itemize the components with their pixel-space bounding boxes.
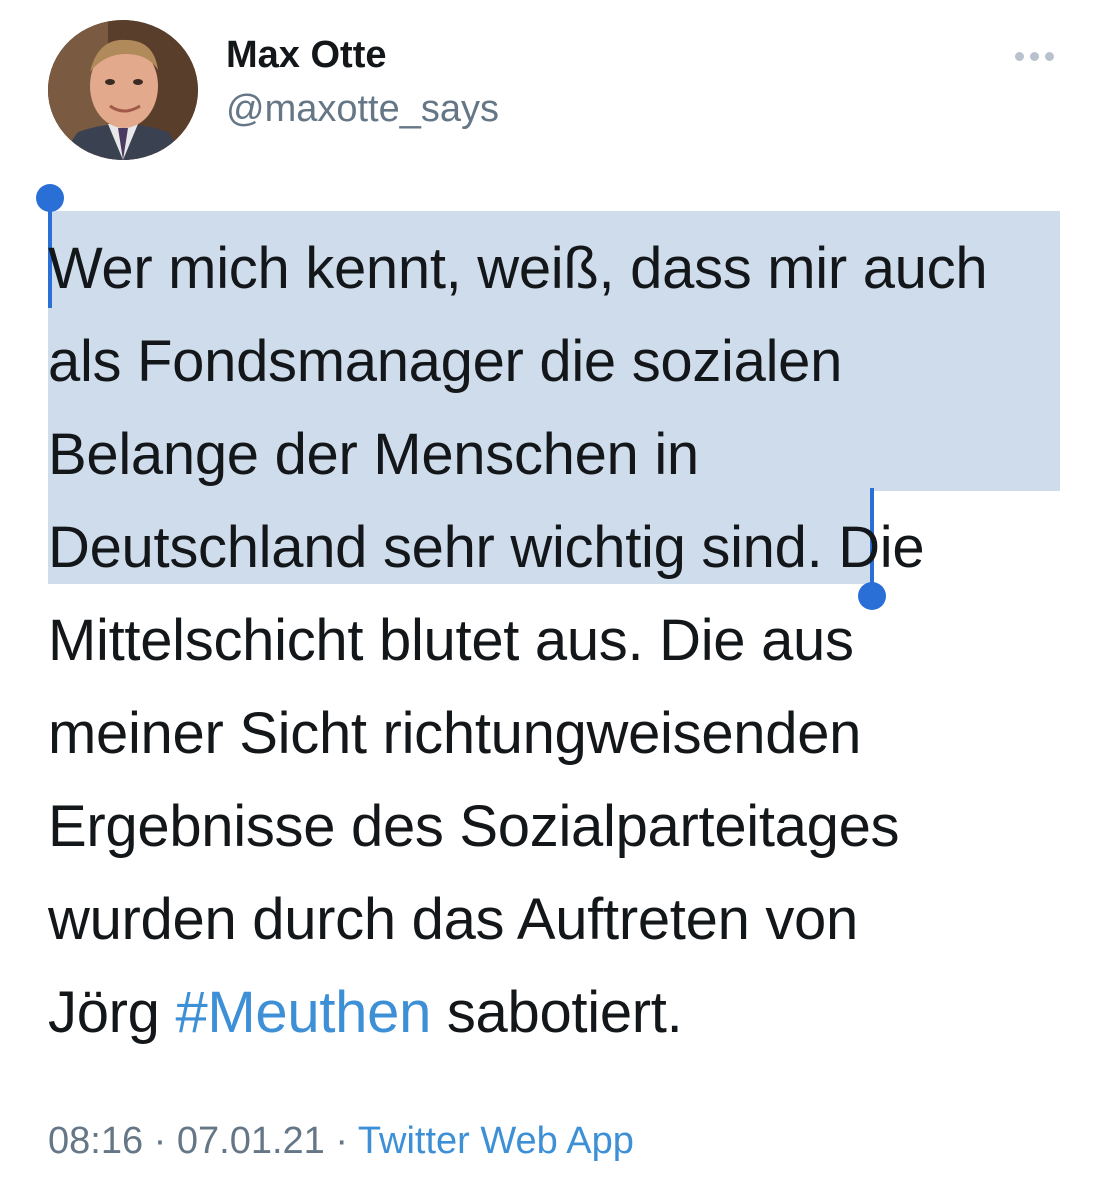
text-fragment: sabotiert. bbox=[431, 980, 683, 1045]
tweet-meta: 08:16 · 07.01.21 · Twitter Web App bbox=[48, 1120, 634, 1163]
tweet-line: Ergebnisse des Sozialparteitages bbox=[48, 794, 900, 859]
tweet-line: Wer mich kennt, weiß, dass mir auch bbox=[48, 236, 988, 301]
tweet-source-link[interactable]: Twitter Web App bbox=[358, 1120, 634, 1162]
avatar[interactable] bbox=[48, 20, 198, 160]
tweet-line: Belange der Menschen in bbox=[48, 422, 699, 487]
text-fragment: Jörg bbox=[48, 980, 176, 1045]
selected-text-end: Deutschland sehr wichtig sind bbox=[48, 515, 807, 580]
tweet-detail: Max Otte @maxotte_says Wer mich kennt, w… bbox=[0, 0, 1107, 1200]
meta-separator: · bbox=[324, 1120, 358, 1162]
tweet-line: Mittelschicht blutet aus. Die aus bbox=[48, 608, 854, 673]
tweet-text[interactable]: Wer mich kennt, weiß, dass mir auch als … bbox=[48, 222, 1068, 1059]
avatar-photo bbox=[48, 20, 198, 160]
author-display-name[interactable]: Max Otte bbox=[226, 34, 386, 77]
tweet-line: Jörg #Meuthen sabotiert. bbox=[48, 966, 1068, 1059]
tweet-date[interactable]: 07.01.21 bbox=[177, 1120, 325, 1162]
more-horizontal-icon[interactable] bbox=[1010, 42, 1060, 72]
tweet-line: meiner Sicht richtungweisenden bbox=[48, 701, 862, 766]
more-dot bbox=[1045, 52, 1054, 61]
tweet-line: als Fondsmanager die sozialen bbox=[48, 329, 843, 394]
hashtag-link[interactable]: #Meuthen bbox=[175, 980, 431, 1045]
author-handle[interactable]: @maxotte_says bbox=[226, 88, 499, 131]
tweet-line: Deutschland sehr wichtig sind. Die bbox=[48, 501, 1068, 594]
more-dot bbox=[1030, 52, 1039, 61]
tweet-line: wurden durch das Auftreten von bbox=[48, 887, 858, 952]
tweet-time[interactable]: 08:16 bbox=[48, 1120, 143, 1162]
more-dot bbox=[1015, 52, 1024, 61]
unselected-text: . Die bbox=[806, 515, 925, 580]
meta-separator: · bbox=[143, 1120, 177, 1162]
